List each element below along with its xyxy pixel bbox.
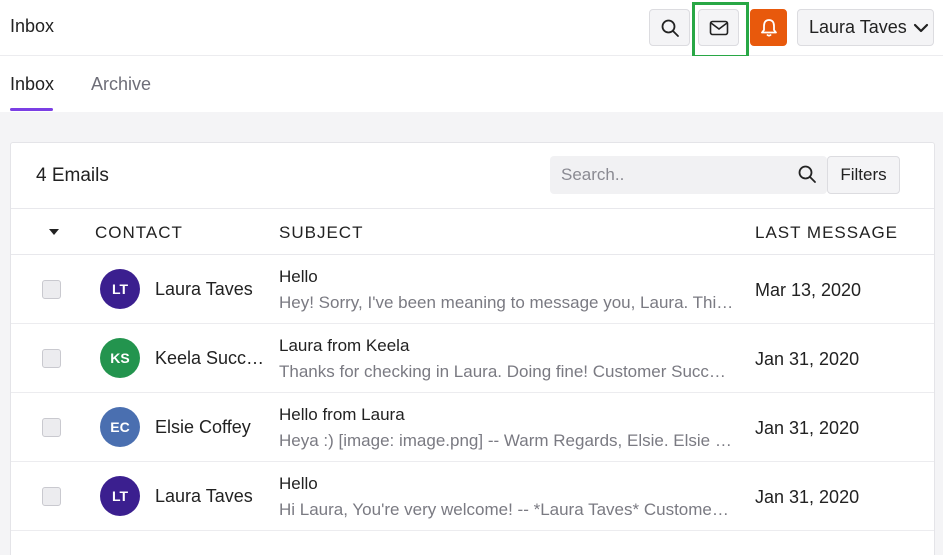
contact-name: Keela Succ… <box>155 348 265 368</box>
active-tab-indicator <box>10 108 53 111</box>
email-subject: Hello from Laura <box>279 405 405 424</box>
notifications-button[interactable] <box>750 9 787 46</box>
tab-bar: Inbox Archive <box>0 56 943 112</box>
tab-archive[interactable]: Archive <box>91 74 151 95</box>
table-row[interactable]: KS Keela Succ… Laura from Keela Thanks f… <box>11 324 934 393</box>
contact-name: Elsie Coffey <box>155 417 251 437</box>
email-list-card: 4 Emails Filters CONTACT SUBJECT LAST ME… <box>10 142 935 555</box>
user-menu-button[interactable]: Laura Taves <box>797 9 934 46</box>
email-preview: Heya :) [image: image.png] -- Warm Regar… <box>279 431 732 450</box>
chevron-down-icon <box>913 23 928 32</box>
table-header: CONTACT SUBJECT LAST MESSAGE <box>11 208 934 255</box>
email-count: 4 Emails <box>36 165 109 186</box>
last-message-date: Jan 31, 2020 <box>755 349 860 369</box>
last-message-date: Mar 13, 2020 <box>755 280 862 300</box>
search-icon[interactable] <box>797 164 817 184</box>
page-title: Inbox <box>10 16 55 36</box>
filters-button[interactable]: Filters <box>827 156 900 194</box>
sort-caret-icon[interactable] <box>48 228 60 236</box>
top-bar: Inbox Laura Taves <box>0 0 943 58</box>
selection-highlight <box>692 2 749 58</box>
row-checkbox[interactable] <box>42 418 61 437</box>
avatar: LT <box>100 476 140 516</box>
table-row[interactable]: LT Laura Taves Hello Hey! Sorry, I've be… <box>11 255 934 324</box>
last-message-date: Jan 31, 2020 <box>755 418 860 438</box>
search-icon <box>661 19 679 37</box>
user-name: Laura Taves <box>809 17 907 37</box>
column-header-contact[interactable]: CONTACT <box>95 223 183 243</box>
email-preview: Thanks for checking in Laura. Doing fine… <box>279 362 726 381</box>
column-header-subject[interactable]: SUBJECT <box>279 223 363 243</box>
search-field[interactable] <box>550 156 827 194</box>
avatar: LT <box>100 269 140 309</box>
avatar: KS <box>100 338 140 378</box>
avatar: EC <box>100 407 140 447</box>
row-checkbox[interactable] <box>42 487 61 506</box>
contact-name: Laura Taves <box>155 486 253 506</box>
bell-icon <box>760 18 777 37</box>
row-checkbox[interactable] <box>42 349 61 368</box>
search-button[interactable] <box>649 9 690 46</box>
email-preview: Hey! Sorry, I've been meaning to message… <box>279 293 734 312</box>
email-subject: Laura from Keela <box>279 336 410 355</box>
email-subject: Hello <box>279 267 318 286</box>
tab-inbox[interactable]: Inbox <box>10 74 54 95</box>
table-row[interactable]: EC Elsie Coffey Hello from Laura Heya :)… <box>11 393 934 462</box>
table-row[interactable]: LT Laura Taves Hello Hi Laura, You're ve… <box>11 462 934 531</box>
email-preview: Hi Laura, You're very welcome! -- *Laura… <box>279 500 729 519</box>
last-message-date: Jan 31, 2020 <box>755 487 860 507</box>
email-subject: Hello <box>279 474 318 493</box>
contact-name: Laura Taves <box>155 279 253 299</box>
row-checkbox[interactable] <box>42 280 61 299</box>
column-header-last-message[interactable]: LAST MESSAGE <box>755 223 898 243</box>
search-input[interactable] <box>561 163 781 187</box>
